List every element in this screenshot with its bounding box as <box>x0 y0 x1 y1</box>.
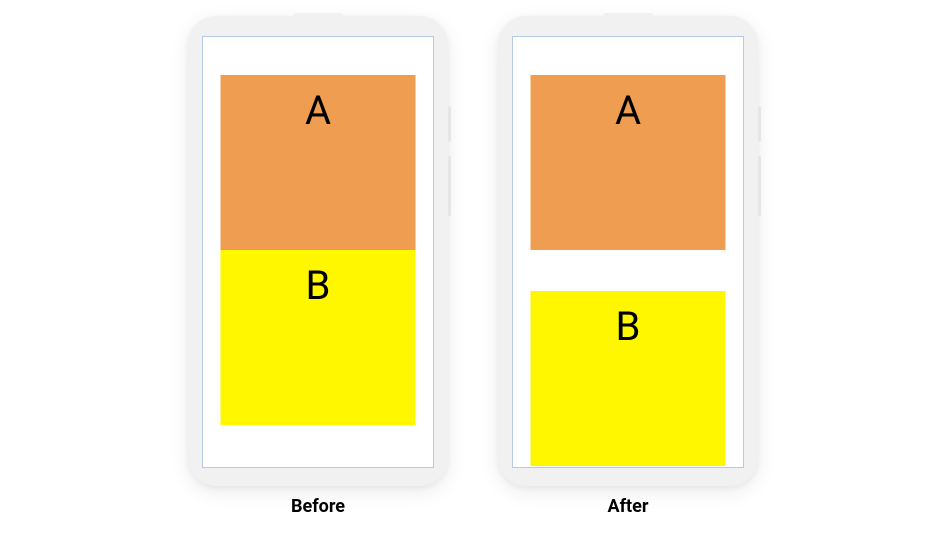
phone-side-button <box>448 156 451 216</box>
phone-before: A B Before <box>188 16 448 517</box>
phone-side-button <box>758 106 761 142</box>
caption-after: After <box>608 496 649 517</box>
phone-screen-before: A B <box>202 36 434 468</box>
phone-side-button <box>758 156 761 216</box>
box-b-before: B <box>221 250 416 425</box>
phone-frame-before: A B <box>188 16 448 486</box>
phone-after: A B After <box>498 16 758 517</box>
phone-frame-after: A B <box>498 16 758 486</box>
box-b-after: B <box>531 291 726 466</box>
caption-before: Before <box>291 496 345 517</box>
box-a-after: A <box>531 75 726 250</box>
phone-screen-after: A B <box>512 36 744 468</box>
box-a-before: A <box>221 75 416 250</box>
phone-side-button <box>448 106 451 142</box>
